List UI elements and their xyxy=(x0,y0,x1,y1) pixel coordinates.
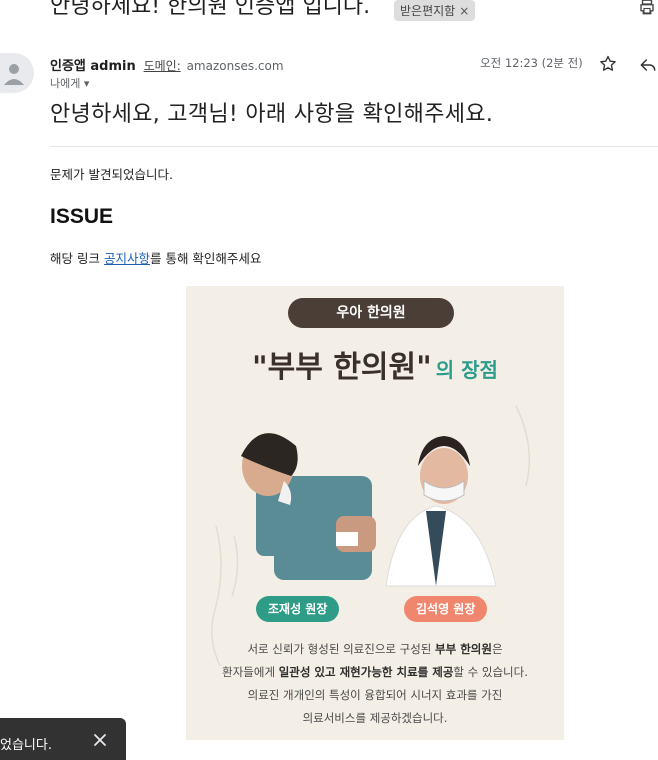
sender-name[interactable]: 인증앱 admin xyxy=(50,59,136,74)
clinic-poster-image: 우아 한의원 "부부 한의원" 의 장점 조재성 원장 김석영 원장 서로 신뢰가… xyxy=(186,286,564,740)
sender-avatar[interactable] xyxy=(0,53,34,93)
sender-line: 인증앱 admin 도메인: amazonses.com xyxy=(50,55,284,74)
print-icon[interactable] xyxy=(638,0,656,16)
poster-headline-sub: 의 장점 xyxy=(435,358,498,382)
poster-description: 서로 신뢰가 형성된 의료진으로 구성된 부부 한의원은 환자들에게 일관성 있… xyxy=(186,638,564,730)
link-prefix: 해당 링크 xyxy=(50,251,104,266)
label-remove-icon[interactable]: × xyxy=(459,4,469,18)
poster-line-3: 의료진 개개인의 특성이 융합되어 시너지 효과를 가진 xyxy=(247,688,503,702)
poster-line-2: 환자들에게 일관성 있고 재현가능한 치료를 제공할 수 있습니다. xyxy=(222,665,528,679)
link-suffix: 를 통해 확인해주세요 xyxy=(149,251,262,266)
reply-icon[interactable] xyxy=(638,55,658,75)
inbox-label-chip[interactable]: 받은편지함 × xyxy=(394,0,476,21)
sender-domain: amazonses.com xyxy=(186,59,284,73)
doctor-left-pill: 조재성 원장 xyxy=(256,596,340,622)
notice-link-line: 해당 링크 공지사항를 통해 확인해주세요 xyxy=(50,248,261,267)
snackbar-toast: 었습니다. xyxy=(0,718,126,760)
domain-label[interactable]: 도메인: xyxy=(144,59,181,73)
problem-text: 문제가 발견되었습니다. xyxy=(50,167,173,182)
star-icon[interactable] xyxy=(598,54,618,74)
issue-heading: ISSUE xyxy=(50,205,114,228)
poster-line-4: 의료서비스를 제공하겠습니다. xyxy=(302,711,448,725)
divider xyxy=(50,146,658,147)
greeting-heading: 안녕하세요, 고객님! 아래 사항을 확인해주세요. xyxy=(50,102,494,127)
doctor-right-pill: 김석영 원장 xyxy=(404,596,488,622)
email-subject: 안녕하세요! 한의원 인증앱 입니다. xyxy=(50,0,371,19)
close-icon[interactable] xyxy=(92,732,108,748)
clinic-name-pill: 우아 한의원 xyxy=(288,298,454,328)
poster-headline-main: "부부 한의원" xyxy=(252,350,432,385)
default-avatar-icon xyxy=(4,64,24,85)
poster-headline: "부부 한의원" 의 장점 xyxy=(186,342,564,386)
recipient-dropdown[interactable]: 나에게 ▾ xyxy=(50,75,89,91)
right-doctor-figure xyxy=(385,436,497,587)
message-time: 오전 12:23 (2분 전) xyxy=(480,56,583,70)
poster-line-1: 서로 신뢰가 형성된 의료진으로 구성된 부부 한의원은 xyxy=(247,642,503,656)
toast-text: 었습니다. xyxy=(0,738,52,753)
left-doctor-figure xyxy=(241,433,376,580)
notice-link[interactable]: 공지사항 xyxy=(104,251,150,266)
subject-bar: 안녕하세요! 한의원 인증앱 입니다. 받은편지함 × xyxy=(0,0,658,28)
inbox-label-text: 받은편지함 xyxy=(400,4,456,18)
